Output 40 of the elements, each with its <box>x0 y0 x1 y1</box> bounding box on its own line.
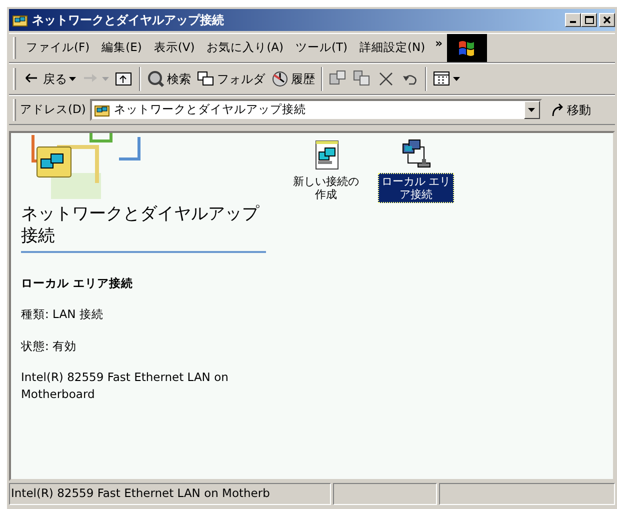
minimize-icon <box>570 21 576 23</box>
menu-item[interactable]: 編集(E) <box>96 35 148 61</box>
menu-item[interactable]: お気に入り(A) <box>200 35 290 61</box>
search-button[interactable]: 検索 <box>144 68 194 90</box>
go-button[interactable]: 移動 <box>548 99 594 121</box>
dropdown-button[interactable] <box>524 101 540 119</box>
address-label: アドレス(D) <box>20 101 86 118</box>
windows-logo <box>446 34 487 62</box>
item-name: ローカル エリア接続 <box>21 275 134 292</box>
detail-text: 状態: 有効 <box>21 338 78 354</box>
status-text: Intel(R) 82559 Fast Ethernet LAN on Motherb <box>9 483 331 505</box>
close-button[interactable] <box>599 13 615 27</box>
delete-icon <box>377 70 395 88</box>
detail-text: 種類: LAN 接続 <box>21 306 104 324</box>
maximize-button[interactable] <box>581 13 597 27</box>
folders-icon <box>197 70 215 88</box>
window-title: ネットワークとダイヤルアップ接続 <box>32 12 224 29</box>
address-field[interactable]: ネットワークとダイヤルアップ接続 <box>90 99 542 121</box>
menu-item[interactable]: 表示(V) <box>148 35 201 61</box>
menu-item[interactable]: 詳細設定(N) <box>354 35 432 61</box>
minimize-button[interactable] <box>565 13 581 27</box>
pane-title: ネットワークとダイヤルアップ接続 <box>21 203 266 253</box>
grid-icon <box>433 70 451 88</box>
more-menu-button[interactable]: » <box>431 35 447 61</box>
up-folder-icon <box>115 70 133 88</box>
folders-button[interactable]: フォルダ <box>194 68 268 90</box>
icon-label[interactable]: 新しい接続の作成 <box>288 173 364 203</box>
go-arrow-icon <box>550 102 565 118</box>
caret-icon <box>528 108 536 112</box>
icon-label[interactable]: ローカル エリア接続 <box>378 173 454 203</box>
clock-icon <box>271 70 289 88</box>
history-button[interactable]: 履歴 <box>268 68 318 90</box>
close-icon <box>602 15 612 25</box>
menu-item[interactable]: ツール(T) <box>290 35 354 61</box>
maximize-icon <box>584 15 594 25</box>
detail-text: Intel(R) 82559 Fast Ethernet LAN on Motherboard <box>21 368 230 403</box>
copy-icon <box>353 70 371 88</box>
back-button[interactable]: 戻る <box>20 68 79 90</box>
menu-item[interactable]: ファイル(F) <box>20 35 96 61</box>
search-icon <box>147 70 165 88</box>
